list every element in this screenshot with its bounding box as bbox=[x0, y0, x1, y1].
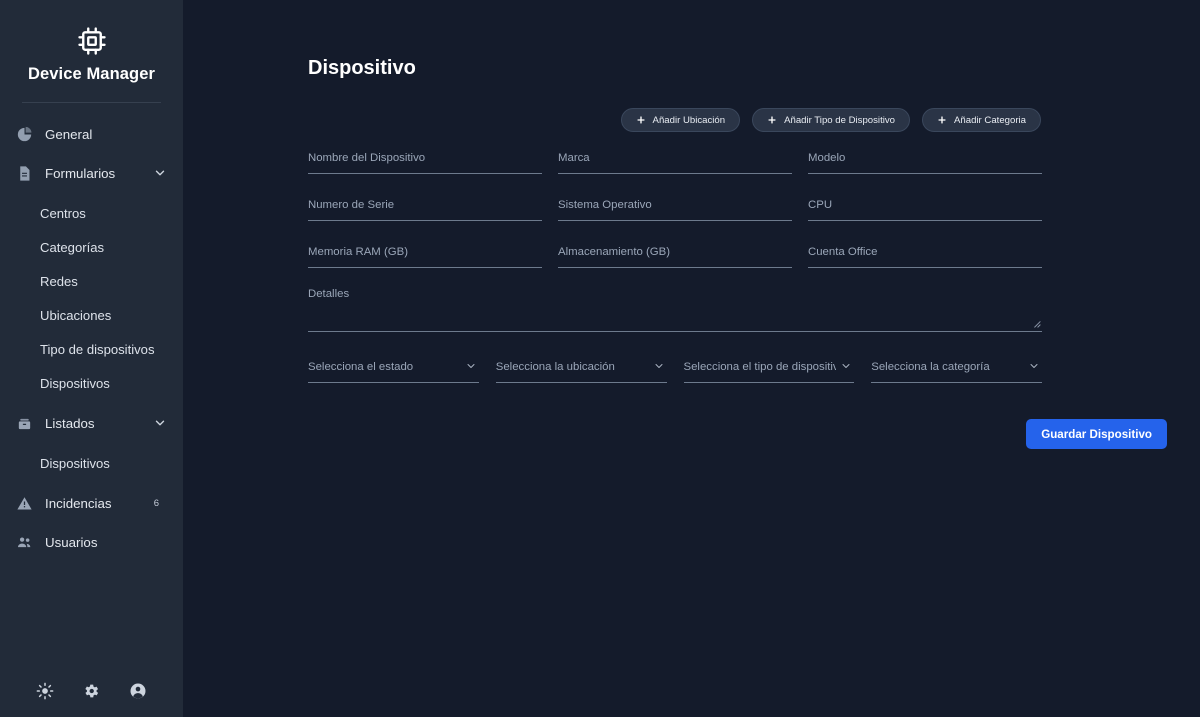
field-nombre-dispositivo bbox=[308, 147, 542, 174]
sidebar-item-label: Formularios bbox=[45, 165, 116, 181]
incidencias-badge-count: 6 bbox=[153, 497, 159, 509]
sidebar-item-usuarios[interactable]: Usuarios bbox=[0, 525, 183, 559]
sidebar-item-label: Incidencias bbox=[45, 495, 112, 511]
sidebar-item-general[interactable]: General bbox=[0, 117, 183, 151]
add-tipo-dispositivo-button[interactable]: Añadir Tipo de Dispositivo bbox=[752, 108, 910, 132]
select-wrap-categoria: Selecciona la categoría bbox=[871, 356, 1042, 383]
page-title: Dispositivo bbox=[308, 57, 416, 79]
sidebar-nav: General Formularios Centros Categorías R… bbox=[0, 117, 183, 559]
estado-select[interactable]: Selecciona el estado bbox=[308, 356, 479, 383]
cuenta-office-input[interactable] bbox=[808, 241, 1042, 268]
almacenamiento-input[interactable] bbox=[558, 241, 792, 268]
main-content: Dispositivo Añadir Ubicación Añadir Tipo… bbox=[183, 0, 1200, 717]
sidebar-item-label: Ubicaciones bbox=[40, 307, 112, 323]
tipo-dispositivo-select[interactable]: Selecciona el tipo de dispositivo bbox=[683, 356, 855, 383]
field-detalles bbox=[308, 288, 1042, 337]
categoria-select[interactable]: Selecciona la categoría bbox=[871, 356, 1042, 383]
guardar-dispositivo-button[interactable]: Guardar Dispositivo bbox=[1026, 419, 1167, 449]
sidebar-item-dispositivos-listados[interactable]: Dispositivos bbox=[0, 446, 183, 480]
pie-chart-icon bbox=[16, 126, 33, 143]
sidebar-bottom-bar bbox=[0, 665, 183, 717]
settings-gear-icon[interactable] bbox=[82, 682, 100, 700]
add-ubicacion-button[interactable]: Añadir Ubicación bbox=[620, 108, 741, 132]
sidebar-item-label: Tipo de dispositivos bbox=[40, 341, 155, 357]
sidebar-item-label: Dispositivos bbox=[40, 375, 110, 391]
archive-box-icon bbox=[16, 415, 33, 432]
sidebar-item-centros[interactable]: Centros bbox=[0, 196, 183, 230]
sidebar-item-label: Redes bbox=[40, 273, 78, 289]
select-wrap-ubicacion: Selecciona la ubicación bbox=[495, 356, 667, 383]
brightness-sun-icon[interactable] bbox=[36, 682, 54, 700]
sidebar-item-label: Centros bbox=[40, 205, 86, 221]
select-wrap-estado: Selecciona el estado bbox=[308, 356, 479, 383]
marca-input[interactable] bbox=[558, 147, 792, 174]
sidebar-item-ubicaciones[interactable]: Ubicaciones bbox=[0, 298, 183, 332]
sidebar-item-redes[interactable]: Redes bbox=[0, 264, 183, 298]
sidebar: Device Manager General Formularios Centr… bbox=[0, 0, 183, 717]
memoria-ram-input[interactable] bbox=[308, 241, 542, 268]
document-form-icon bbox=[16, 165, 33, 182]
sidebar-item-formularios[interactable]: Formularios bbox=[0, 156, 183, 190]
add-button-label: Añadir Ubicación bbox=[652, 114, 726, 126]
numero-serie-input[interactable] bbox=[308, 194, 542, 221]
field-modelo bbox=[808, 147, 1042, 174]
nombre-dispositivo-input[interactable] bbox=[308, 147, 542, 174]
brand-header: Device Manager bbox=[0, 0, 183, 84]
field-almacenamiento bbox=[558, 241, 792, 268]
form-row-selects: Selecciona el estado Selecciona la ubica… bbox=[308, 356, 1042, 383]
field-cpu bbox=[808, 194, 1042, 221]
sidebar-item-label: General bbox=[45, 126, 93, 142]
sidebar-item-tipo-de-dispositivos[interactable]: Tipo de dispositivos bbox=[0, 332, 183, 366]
sidebar-item-categorias[interactable]: Categorías bbox=[0, 230, 183, 264]
sidebar-item-label: Listados bbox=[45, 415, 95, 431]
app-root: Device Manager General Formularios Centr… bbox=[0, 0, 1200, 717]
field-memoria-ram bbox=[308, 241, 542, 268]
sidebar-item-listados[interactable]: Listados bbox=[0, 406, 183, 440]
add-buttons-toolbar: Añadir Ubicación Añadir Tipo de Disposit… bbox=[620, 108, 1041, 132]
sidebar-item-dispositivos-formularios[interactable]: Dispositivos bbox=[0, 366, 183, 400]
modelo-input[interactable] bbox=[808, 147, 1042, 174]
save-row: Guardar Dispositivo bbox=[433, 419, 1167, 449]
sistema-operativo-input[interactable] bbox=[558, 194, 792, 221]
sidebar-item-label: Usuarios bbox=[45, 534, 98, 550]
cpu-input[interactable] bbox=[808, 194, 1042, 221]
user-account-icon[interactable] bbox=[129, 682, 147, 700]
field-numero-serie bbox=[308, 194, 542, 221]
warning-triangle-icon bbox=[16, 495, 33, 512]
cpu-chip-icon bbox=[77, 26, 107, 56]
plus-icon bbox=[636, 115, 646, 125]
select-wrap-tipo-dispositivo: Selecciona el tipo de dispositivo bbox=[683, 356, 855, 383]
detalles-textarea[interactable] bbox=[308, 288, 1042, 332]
form-row-1 bbox=[308, 147, 1042, 174]
ubicacion-select[interactable]: Selecciona la ubicación bbox=[495, 356, 667, 383]
form-row-2 bbox=[308, 194, 1042, 221]
sidebar-item-label: Categorías bbox=[40, 239, 105, 255]
plus-icon bbox=[767, 115, 777, 125]
field-sistema-operativo bbox=[558, 194, 792, 221]
form-row-3 bbox=[308, 241, 1042, 268]
brand-title: Device Manager bbox=[27, 65, 156, 83]
sidebar-item-label: Dispositivos bbox=[40, 455, 110, 471]
device-form: Selecciona el estado Selecciona la ubica… bbox=[308, 147, 1167, 449]
field-cuenta-office bbox=[808, 241, 1042, 268]
chevron-down-icon[interactable] bbox=[153, 416, 167, 430]
add-categoria-button[interactable]: Añadir Categoria bbox=[922, 108, 1041, 132]
add-button-label: Añadir Tipo de Dispositivo bbox=[784, 114, 895, 126]
sidebar-item-incidencias[interactable]: Incidencias 6 bbox=[0, 486, 183, 520]
sidebar-divider bbox=[22, 102, 161, 103]
users-icon bbox=[16, 534, 33, 551]
chevron-down-icon[interactable] bbox=[153, 166, 167, 180]
field-marca bbox=[558, 147, 792, 174]
plus-icon bbox=[937, 115, 947, 125]
add-button-label: Añadir Categoria bbox=[954, 114, 1026, 126]
